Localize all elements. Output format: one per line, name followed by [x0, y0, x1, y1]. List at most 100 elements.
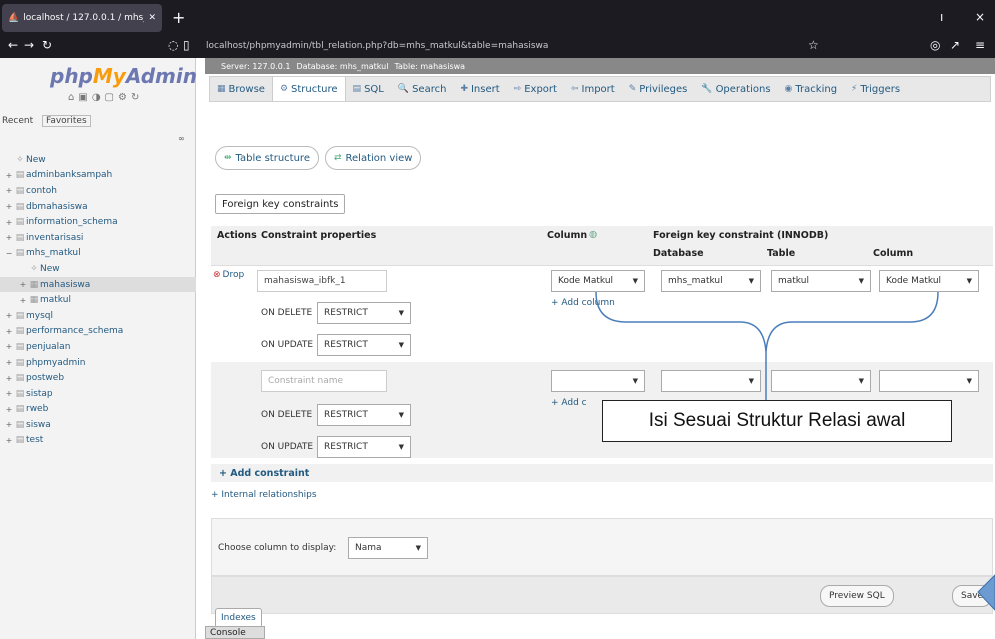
on-delete-select[interactable]: RESTRICT ▼ [317, 404, 411, 426]
expand-icon[interactable]: + [4, 436, 14, 445]
url-bar[interactable]: localhost/phpmyadmin/tbl_relation.php?db… [200, 36, 840, 56]
tab-structure[interactable]: ⚙ Structure [271, 77, 346, 101]
sidebar-item[interactable]: + ▤ dbmahasiswa [0, 199, 196, 215]
browser-tab[interactable]: ⛵ localhost / 127.0.0.1 / mhs_matku ✕ [2, 4, 162, 32]
tab-search[interactable]: 🔍 Search [391, 77, 454, 101]
add-column-link[interactable]: + Add c [551, 398, 587, 408]
sidebar-item[interactable]: + ▤ phpmyadmin [0, 355, 196, 371]
sidebar-item[interactable]: + ▤ test [0, 433, 196, 449]
tab-tracking[interactable]: ◉ Tracking [778, 77, 845, 101]
indexes-toggle[interactable]: Indexes [215, 608, 262, 628]
preview-sql-button[interactable]: Preview SQL [820, 585, 894, 607]
sidebar-item[interactable]: + ▦ mahasiswa [0, 276, 196, 293]
sidebar-item[interactable]: ✧ New [0, 152, 196, 168]
expand-icon[interactable]: + [18, 296, 28, 305]
sidebar-item[interactable]: + ▤ adminbanksampah [0, 168, 196, 184]
extensions-icon[interactable]: ↗ [950, 38, 960, 52]
expand-icon[interactable]: + [4, 389, 14, 398]
tab-sql[interactable]: ▤ SQL [346, 77, 391, 101]
home-icon[interactable]: ⌂ [68, 92, 74, 103]
table-select[interactable]: ▼ [771, 370, 871, 392]
database-select[interactable]: mhs_matkul ▼ [661, 270, 761, 292]
expand-icon[interactable]: − [4, 249, 14, 258]
drop-constraint-link[interactable]: ⊗ Drop [213, 270, 244, 280]
expand-icon[interactable]: + [4, 358, 14, 367]
breadcrumb-table[interactable]: Table: mahasiswa [394, 62, 465, 71]
constraint-name-input[interactable]: Constraint name [261, 370, 387, 392]
ref-column-select[interactable]: ▼ [879, 370, 979, 392]
table-structure-button[interactable]: ⇹ Table structure [215, 146, 319, 170]
tab-export[interactable]: ⇨ Export [507, 77, 564, 101]
breadcrumb-server[interactable]: Server: 127.0.0.1 [221, 62, 291, 71]
pocket-icon[interactable]: ◎ [930, 38, 940, 52]
console-toggle[interactable]: Console [205, 626, 265, 639]
expand-icon[interactable]: + [4, 311, 14, 320]
sidebar-item[interactable]: + ▤ postweb [0, 370, 196, 386]
relation-view-button[interactable]: ⇄ Relation view [324, 146, 422, 170]
menu-icon[interactable]: ≡ [975, 38, 985, 52]
expand-icon[interactable]: + [4, 405, 14, 414]
column-select[interactable]: Kode Matkul ▼ [551, 270, 645, 292]
expand-icon[interactable]: + [4, 374, 14, 383]
expand-icon[interactable]: + [4, 342, 14, 351]
settings-icon[interactable]: ⚙ [118, 92, 127, 103]
tab-triggers[interactable]: ⚡ Triggers [844, 77, 907, 101]
tab-operations[interactable]: 🔧 Operations [694, 77, 777, 101]
display-column-select[interactable]: Nama ▼ [348, 537, 428, 559]
internal-relationships-link[interactable]: + Internal relationships [211, 490, 317, 500]
sidebar-item[interactable]: + ▤ sistap [0, 386, 196, 402]
shield-icon[interactable]: ◌ [168, 38, 178, 52]
sidebar-item[interactable]: + ▦ matkul [0, 292, 196, 308]
expand-icon[interactable]: + [4, 327, 14, 336]
expand-icon[interactable]: + [4, 202, 14, 211]
expand-icon[interactable]: + [4, 171, 14, 180]
reload-icon[interactable]: ↻ [42, 38, 52, 52]
tab-browse[interactable]: ▦ Browse [210, 77, 272, 101]
database-select[interactable]: ▼ [661, 370, 761, 392]
sidebar-item[interactable]: + ▤ contoh [0, 183, 196, 199]
collapse-all-icon[interactable]: ∞ [178, 134, 185, 143]
favorites-tab[interactable]: Favorites [41, 115, 91, 127]
breadcrumb-database[interactable]: Database: mhs_matkul [297, 62, 389, 71]
help-icon[interactable]: ◑ [92, 92, 101, 103]
on-delete-select[interactable]: RESTRICT ▼ [317, 302, 411, 324]
constraint-name-input[interactable]: mahasiswa_ibfk_1 [257, 270, 387, 292]
minimize-icon[interactable]: ı [940, 10, 943, 24]
tab-import[interactable]: ⇦ Import [564, 77, 622, 101]
on-update-select[interactable]: RESTRICT ▼ [317, 334, 411, 356]
bookmark-star-icon[interactable]: ☆ [808, 38, 819, 52]
expand-icon[interactable]: + [18, 280, 28, 289]
tab-privileges[interactable]: ✎ Privileges [622, 77, 695, 101]
sidebar-item[interactable]: + ▤ siswa [0, 417, 196, 433]
sidebar-item[interactable]: + ▤ inventarisasi [0, 230, 196, 246]
forward-icon[interactable]: → [24, 38, 34, 52]
phpmyadmin-logo[interactable]: phpMyAdmin [50, 64, 197, 88]
sidebar-item[interactable]: + ▤ rweb [0, 402, 196, 418]
sidebar-item[interactable]: + ▤ information_schema [0, 214, 196, 230]
table-select[interactable]: matkul ▼ [771, 270, 871, 292]
reload-nav-icon[interactable]: ↻ [131, 92, 139, 103]
add-constraint-link[interactable]: + Add constraint [211, 464, 993, 482]
expand-icon[interactable]: + [4, 218, 14, 227]
sidebar-item[interactable]: ✧ New [0, 261, 196, 277]
logout-icon[interactable]: ▣ [78, 92, 87, 103]
close-tab-icon[interactable]: ✕ [148, 13, 156, 23]
expand-icon[interactable]: + [4, 420, 14, 429]
docs-icon[interactable]: ▢ [105, 92, 114, 103]
recent-tab[interactable]: Recent [2, 116, 33, 126]
column-select[interactable]: ▼ [551, 370, 645, 392]
add-column-link[interactable]: + Add column [551, 298, 615, 308]
expand-icon[interactable]: + [4, 233, 14, 242]
tab-insert[interactable]: ✚ Insert [453, 77, 506, 101]
sidebar-item[interactable]: + ▤ mysql [0, 308, 196, 324]
sidebar-item[interactable]: + ▤ penjualan [0, 339, 196, 355]
back-icon[interactable]: ← [8, 38, 18, 52]
expand-icon[interactable]: + [4, 186, 14, 195]
save-button[interactable]: Save [952, 585, 993, 607]
new-tab-button[interactable]: + [172, 8, 185, 27]
ref-column-select[interactable]: Kode Matkul ▼ [879, 270, 979, 292]
help-icon[interactable]: ◍ [589, 229, 597, 240]
sidebar-item[interactable]: − ▤ mhs_matkul [0, 246, 196, 262]
on-update-select[interactable]: RESTRICT ▼ [317, 436, 411, 458]
close-window-icon[interactable]: × [975, 10, 985, 24]
